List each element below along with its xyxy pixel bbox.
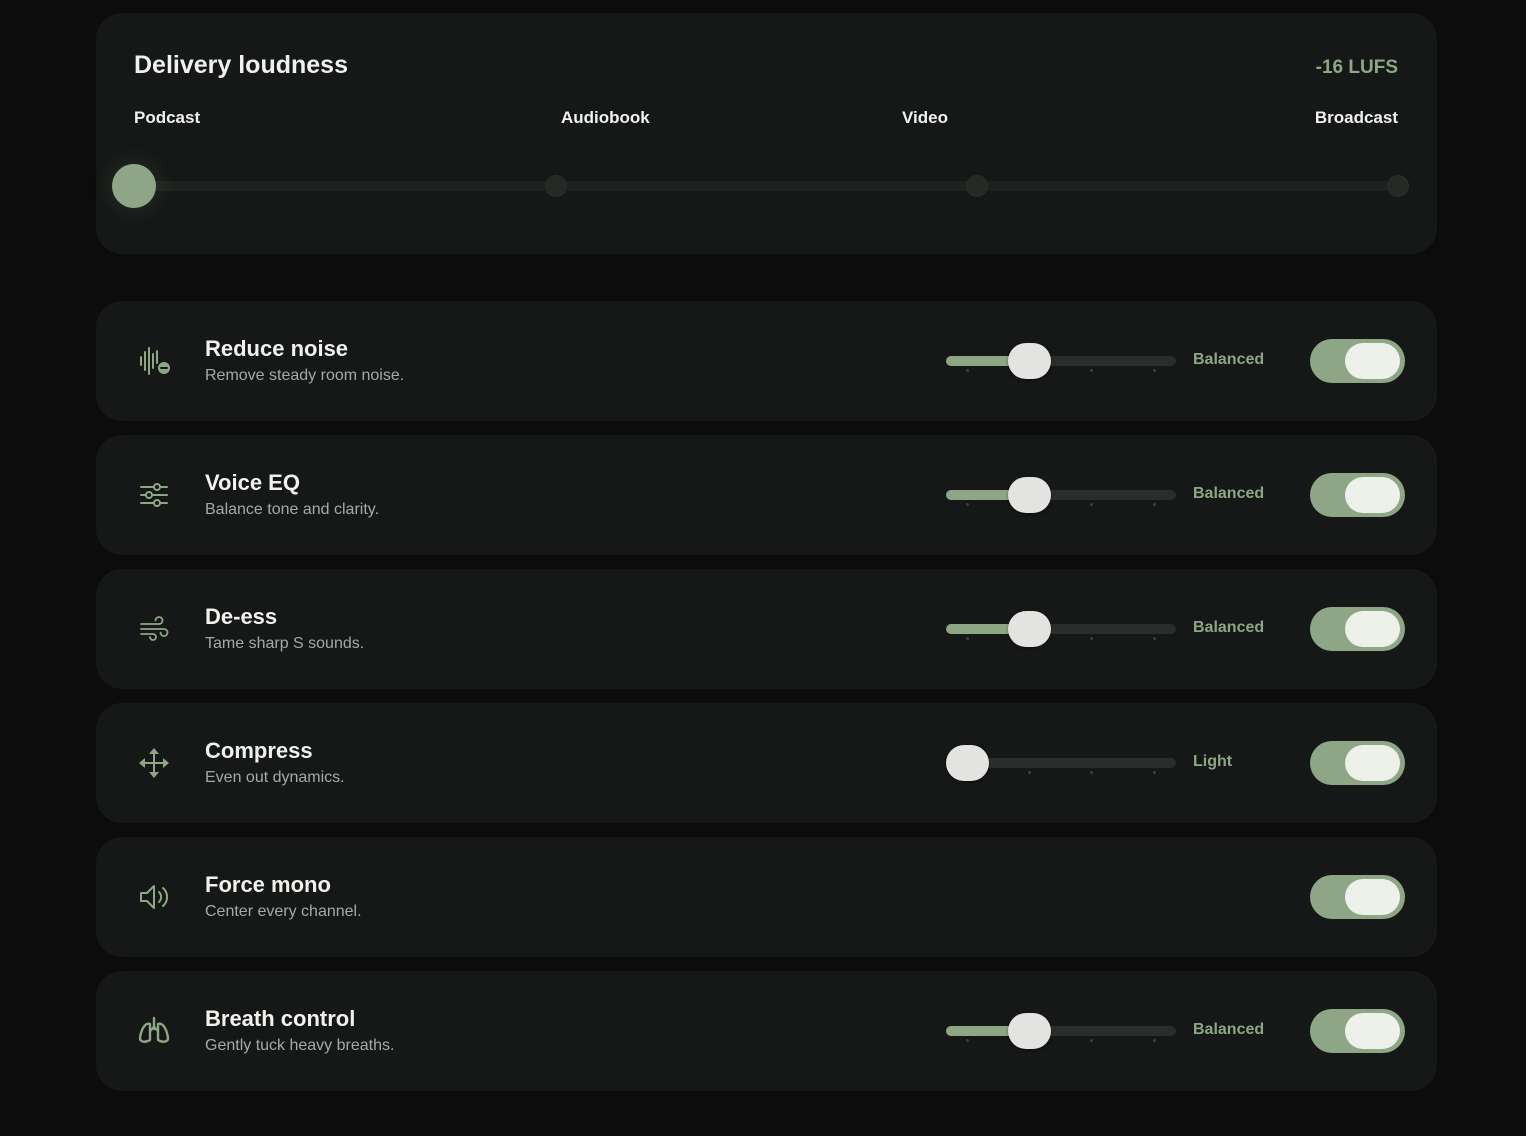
setting-row-breath-control: Breath control Gently tuck heavy breaths… [96, 971, 1437, 1091]
setting-title: Breath control [205, 1006, 356, 1031]
toggle-knob [1345, 745, 1400, 781]
level-label: Balanced [1193, 619, 1265, 636]
slider-tick [1090, 771, 1094, 774]
preset-label-podcast[interactable]: Podcast [134, 108, 200, 128]
setting-row-reduce-noise: Reduce noise Remove steady room noise. B… [96, 301, 1437, 421]
lungs-icon [136, 1013, 172, 1049]
setting-description: Center every channel. [205, 903, 362, 920]
slider-tick [965, 503, 969, 506]
enable-toggle[interactable] [1310, 1009, 1405, 1053]
slider-tick [1090, 503, 1094, 506]
intensity-slider[interactable] [946, 1013, 1176, 1049]
setting-title: Compress [205, 738, 313, 763]
toggle-knob [1345, 879, 1400, 915]
preset-label-broadcast[interactable]: Broadcast [1315, 108, 1398, 128]
setting-description: Even out dynamics. [205, 769, 345, 786]
preset-label-audiobook[interactable]: Audiobook [561, 108, 650, 128]
enable-toggle[interactable] [1310, 741, 1405, 785]
equalizer-sliders-icon [136, 477, 172, 513]
delivery-loudness-title: Delivery loudness [134, 51, 348, 79]
slider-tick [1090, 1039, 1094, 1042]
enable-toggle[interactable] [1310, 607, 1405, 651]
loudness-value: -16 LUFS [1315, 57, 1398, 78]
intensity-slider[interactable] [945, 745, 1176, 781]
slider-tick [1152, 771, 1156, 774]
setting-title: Voice EQ [205, 470, 300, 495]
delivery-loudness-card: Delivery loudness -16 LUFS Podcast Audio… [96, 13, 1437, 254]
slider-tick [1152, 1039, 1156, 1042]
intensity-slider[interactable] [946, 611, 1176, 647]
enable-toggle[interactable] [1310, 875, 1405, 919]
loudness-track[interactable] [134, 181, 1398, 191]
setting-description: Tame sharp S sounds. [205, 635, 365, 652]
slider-tick [1027, 771, 1031, 774]
level-label: Balanced [1193, 485, 1265, 502]
loudness-stop-video[interactable] [967, 176, 987, 196]
level-label: Balanced [1193, 351, 1265, 368]
intensity-slider[interactable] [946, 477, 1176, 513]
loudness-thumb[interactable] [112, 164, 156, 208]
enable-toggle[interactable] [1310, 473, 1405, 517]
intensity-slider[interactable] [946, 343, 1176, 379]
setting-description: Gently tuck heavy breaths. [205, 1037, 395, 1054]
slider-tick [1090, 637, 1094, 640]
toggle-knob [1345, 477, 1400, 513]
slider-tick [1152, 637, 1156, 640]
wind-icon [136, 611, 172, 647]
slider-tick [965, 1039, 969, 1042]
preset-label-video[interactable]: Video [902, 108, 948, 128]
speaker-icon [136, 879, 172, 915]
setting-row-voice-eq: Voice EQ Balance tone and clarity. Balan… [96, 435, 1437, 555]
slider-tick [965, 637, 969, 640]
setting-row-compress: Compress Even out dynamics. Light [96, 703, 1437, 823]
enable-toggle[interactable] [1310, 339, 1405, 383]
waveform-minus-icon [136, 343, 172, 379]
loudness-stop-audiobook[interactable] [546, 176, 566, 196]
setting-description: Balance tone and clarity. [205, 501, 380, 518]
setting-title: Force mono [205, 872, 331, 897]
arrows-move-icon [136, 745, 172, 781]
setting-title: De-ess [205, 604, 278, 629]
setting-row-de-ess: De-ess Tame sharp S sounds. Balanced [96, 569, 1437, 689]
slider-tick [965, 369, 969, 372]
level-label: Light [1193, 753, 1233, 770]
slider-tick [1152, 369, 1156, 372]
toggle-knob [1345, 1013, 1400, 1049]
toggle-knob [1345, 611, 1400, 647]
slider-thumb[interactable] [1007, 343, 1051, 379]
setting-title: Reduce noise [205, 336, 349, 361]
level-label: Balanced [1193, 1021, 1265, 1038]
slider-tick [1152, 503, 1156, 506]
toggle-knob [1345, 343, 1400, 379]
slider-thumb[interactable] [1007, 611, 1051, 647]
setting-description: Remove steady room noise. [205, 367, 405, 384]
slider-thumb[interactable] [945, 745, 989, 781]
setting-row-force-mono: Force mono Center every channel. [96, 837, 1437, 957]
loudness-stop-broadcast[interactable] [1388, 176, 1408, 196]
slider-tick [1090, 369, 1094, 372]
slider-thumb[interactable] [1007, 477, 1051, 513]
slider-thumb[interactable] [1007, 1013, 1051, 1049]
